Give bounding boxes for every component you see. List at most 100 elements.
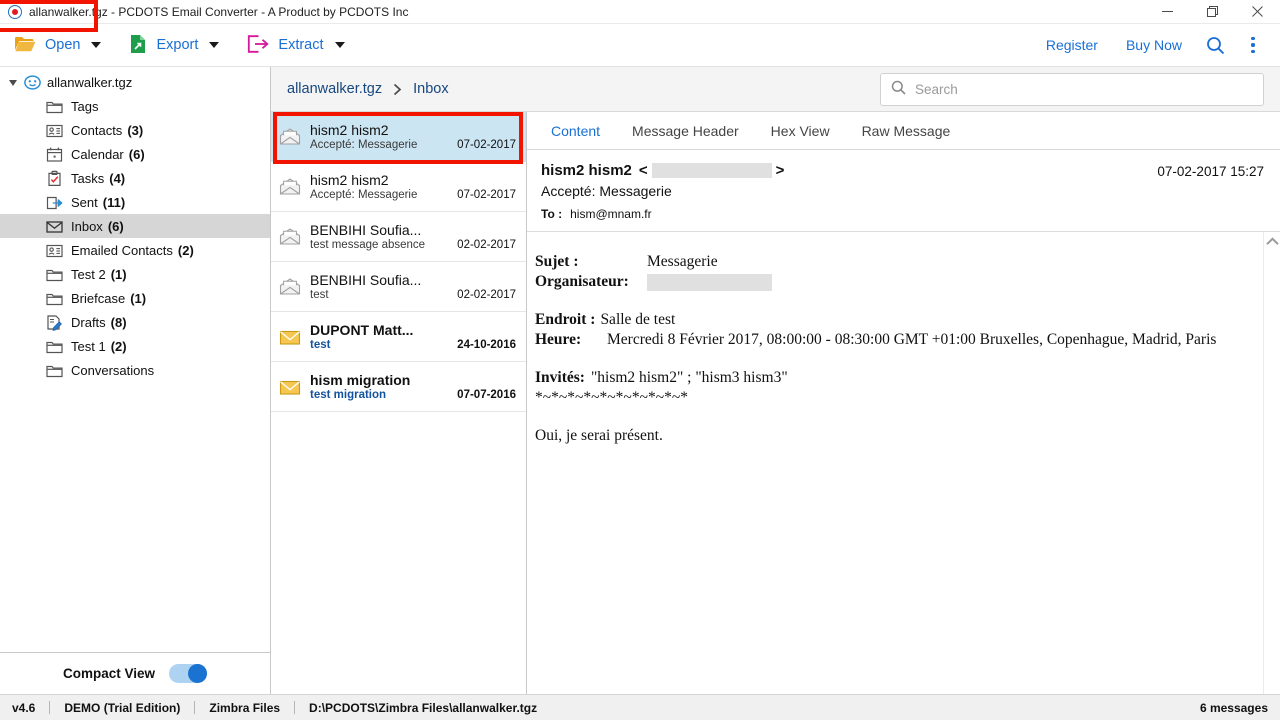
calendar-icon xyxy=(46,146,63,163)
body-scrollbar[interactable] xyxy=(1263,232,1280,694)
kebab-menu-icon[interactable] xyxy=(1234,28,1272,62)
message-list-item[interactable]: DUPONT Matt... test 24-10-2016 xyxy=(271,312,526,362)
message-header-block: hism2 hism2 < > Accepté: Messagerie To :… xyxy=(527,150,1280,232)
extract-button[interactable]: Extract xyxy=(241,28,350,62)
open-caret-icon[interactable] xyxy=(91,42,102,48)
message-sender: DUPONT Matt... xyxy=(310,322,414,338)
message-list-item[interactable]: hism2 hism2 Accepté: Messagerie 07-02-2017 xyxy=(271,162,526,212)
expand-triangle-icon[interactable] xyxy=(9,79,17,86)
sidebar-item-test-2[interactable]: Test 2 (1) xyxy=(0,262,270,286)
application-window: allanwalker.tgz - PCDOTS Email Converter… xyxy=(0,0,1280,720)
sidebar-item-contacts[interactable]: Contacts (3) xyxy=(0,118,270,142)
message-list-item[interactable]: hism2 hism2 Accepté: Messagerie 07-02-2017 xyxy=(271,112,526,162)
compact-view-toggle[interactable] xyxy=(169,664,208,683)
sender-row: hism2 hism2 < > xyxy=(541,162,1157,179)
sidebar-item-count: (4) xyxy=(109,170,126,186)
export-button[interactable]: Export xyxy=(123,28,225,62)
extract-box-icon xyxy=(247,34,270,56)
angle-close: > xyxy=(775,162,785,179)
tree-root-label: allanwalker.tgz xyxy=(47,75,133,90)
sidebar-item-calendar[interactable]: Calendar (6) xyxy=(0,142,270,166)
tasks-icon xyxy=(46,170,63,187)
register-link[interactable]: Register xyxy=(1032,28,1112,62)
open-button[interactable]: Open xyxy=(8,28,107,62)
sidebar-item-conversations[interactable]: Conversations xyxy=(0,358,270,382)
status-version: v4.6 xyxy=(12,700,36,715)
invites-value: "hism2 hism2" ; "hism3 hism3" xyxy=(590,368,788,386)
tab-raw-message[interactable]: Raw Message xyxy=(846,112,967,149)
inbox-envelope-icon xyxy=(46,218,63,235)
breadcrumb-root[interactable]: allanwalker.tgz xyxy=(287,81,382,97)
tab-content[interactable]: Content xyxy=(535,112,616,149)
sender-name: hism2 hism2 xyxy=(541,162,632,179)
message-sender: BENBIHI Soufia... xyxy=(310,272,422,288)
extract-label: Extract xyxy=(278,37,324,53)
folder-icon xyxy=(46,362,63,379)
sidebar-item-count: (1) xyxy=(110,266,127,282)
tree-root-node[interactable]: allanwalker.tgz xyxy=(0,71,270,94)
status-bar: v4.6 DEMO (Trial Edition) Zimbra Files D… xyxy=(0,694,1280,720)
sidebar-item-tags[interactable]: Tags xyxy=(0,94,270,118)
open-envelope-icon xyxy=(279,226,301,248)
extract-caret-icon[interactable] xyxy=(334,42,345,48)
sidebar-item-inbox[interactable]: Inbox (6) xyxy=(0,214,270,238)
status-path: D:\PCDOTS\Zimbra Files\allanwalker.tgz xyxy=(309,700,538,715)
folder-open-icon xyxy=(14,35,36,56)
sidebar-item-count: (3) xyxy=(127,122,144,138)
sidebar-item-label: Conversations xyxy=(71,362,155,378)
search-icon[interactable] xyxy=(1196,28,1234,62)
message-list-item[interactable]: hism migration test migration 07-07-2016 xyxy=(271,362,526,412)
sidebar-item-emailed-contacts[interactable]: Emailed Contacts (2) xyxy=(0,238,270,262)
list-and-detail: hism2 hism2 Accepté: Messagerie 07-02-2017… xyxy=(0,0,1280,694)
sidebar-item-count: (2) xyxy=(110,338,127,354)
open-envelope-icon xyxy=(279,176,301,198)
sidebar-item-label: Contacts xyxy=(71,122,123,138)
detail-tabs: Content Message Header Hex View Raw Mess… xyxy=(527,112,1280,150)
status-divider xyxy=(194,701,196,714)
sidebar-item-sent[interactable]: Sent (11) xyxy=(0,190,270,214)
sidebar-item-count: (2) xyxy=(177,242,194,258)
message-list[interactable]: hism2 hism2 Accepté: Messagerie 07-02-2017… xyxy=(271,112,527,694)
folder-icon xyxy=(46,338,63,355)
message-sender: hism migration xyxy=(310,372,411,388)
close-icon[interactable] xyxy=(1235,0,1280,24)
sent-icon xyxy=(46,194,63,211)
message-list-item[interactable]: BENBIHI Soufia... test 02-02-2017 xyxy=(271,262,526,312)
window-title: allanwalker.tgz - PCDOTS Email Converter… xyxy=(29,4,409,19)
tab-hex-view[interactable]: Hex View xyxy=(755,112,846,149)
contact-card-icon xyxy=(46,242,63,259)
sidebar-item-tasks[interactable]: Tasks (4) xyxy=(0,166,270,190)
sidebar-item-label: Calendar xyxy=(71,146,124,162)
minimize-icon[interactable] xyxy=(1145,0,1190,24)
sidebar-item-count: (1) xyxy=(130,290,147,306)
main-toolbar: Open Export Extract Register Buy Now xyxy=(0,24,1280,67)
breadcrumb-current[interactable]: Inbox xyxy=(413,81,448,97)
main-area: allanwalker.tgz Tags Contacts (3) Calendar(… xyxy=(0,0,1280,694)
buy-now-link[interactable]: Buy Now xyxy=(1112,28,1196,62)
message-body: Sujet : Messagerie Organisateur: Endroit… xyxy=(527,232,1263,694)
reply-text: Oui, je serai présent. xyxy=(535,426,663,444)
message-datetime: 07-02-2017 15:27 xyxy=(1157,164,1264,179)
tab-message-header[interactable]: Message Header xyxy=(616,112,755,149)
search-input[interactable] xyxy=(915,81,1253,97)
message-list-item[interactable]: BENBIHI Soufia... test message absence 02-… xyxy=(271,212,526,262)
endroit-value: Salle de test xyxy=(600,310,676,328)
archive-icon xyxy=(24,74,41,91)
sidebar-item-drafts[interactable]: Drafts (8) xyxy=(0,310,270,334)
folder-tree: allanwalker.tgz Tags Contacts (3) Calendar(… xyxy=(0,67,270,652)
message-list-empty-space xyxy=(271,412,526,694)
chevron-up-icon[interactable] xyxy=(1265,232,1279,250)
content-area: allanwalker.tgz Inbox Search hism2 hism2… xyxy=(0,0,1280,694)
organisateur-redaction xyxy=(647,274,772,292)
angle-open: < xyxy=(638,162,648,179)
sidebar-item-briefcase[interactable]: Briefcase (1) xyxy=(0,286,270,310)
message-date: 07-02-2017 xyxy=(457,139,516,151)
message-date: 07-07-2016 xyxy=(457,389,516,401)
restore-icon[interactable] xyxy=(1190,0,1235,24)
sidebar-item-test-1[interactable]: Test 1 (2) xyxy=(0,334,270,358)
chevron-right-icon xyxy=(393,83,402,96)
to-value: hism@mnam.fr xyxy=(570,207,652,221)
export-caret-icon[interactable] xyxy=(209,42,220,48)
message-detail-pane: Content Message Header Hex View Raw Mess… xyxy=(0,0,1280,694)
search-box[interactable] xyxy=(880,72,1264,106)
